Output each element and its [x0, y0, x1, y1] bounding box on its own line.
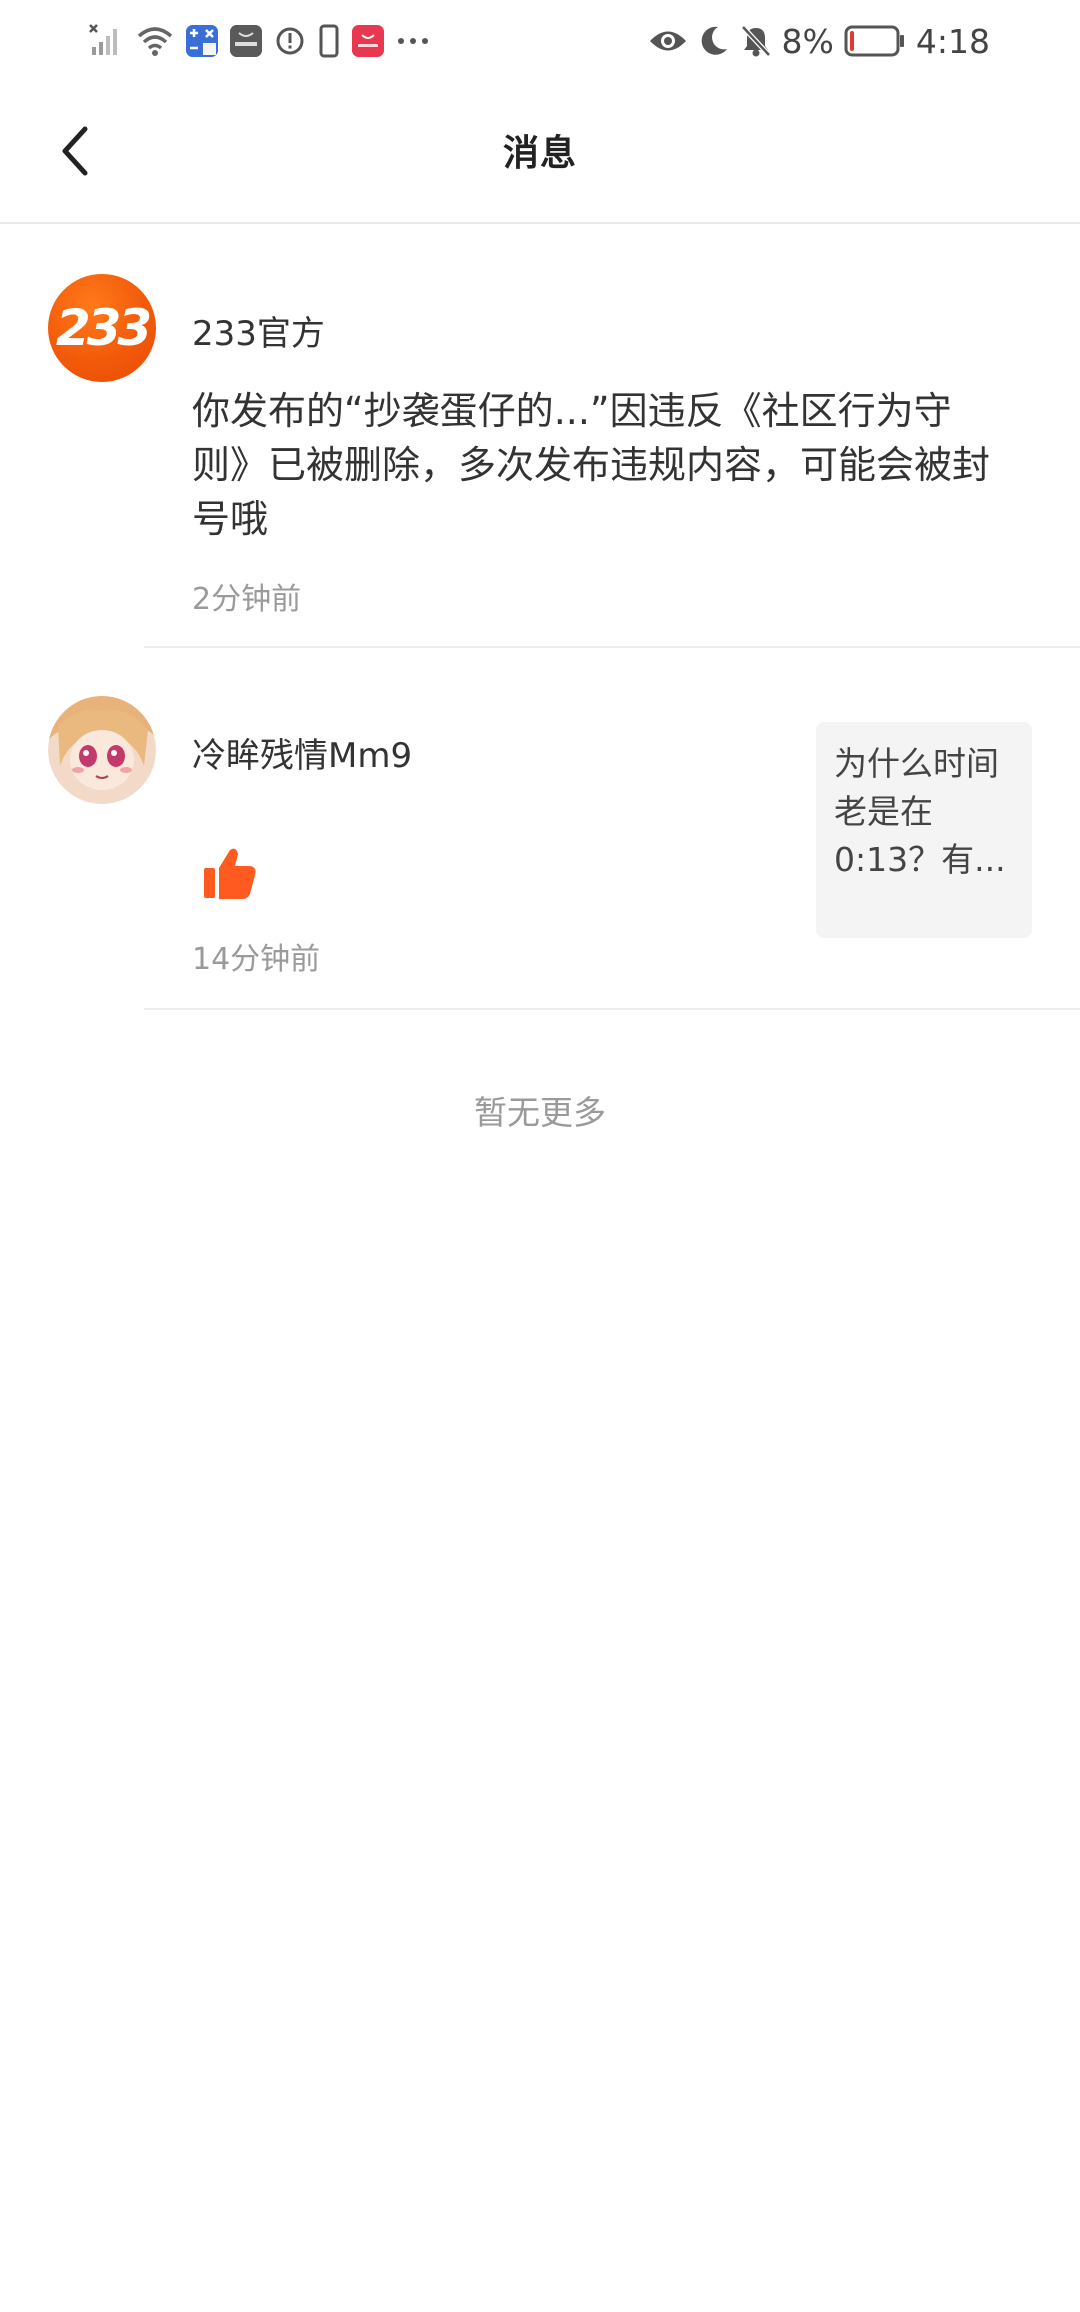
- sender-name[interactable]: 233官方: [192, 306, 325, 355]
- anime-girl-avatar: [48, 696, 156, 804]
- divider: [144, 1008, 1080, 1010]
- alert-icon: [274, 25, 306, 57]
- bell-off-icon: [740, 24, 772, 58]
- message-body: 你发布的“抄袭蛋仔的...”因违反《社区行为守则》已被删除，多次发布违规内容，可…: [192, 389, 991, 541]
- eye-icon: [648, 26, 688, 56]
- sender-name[interactable]: 冷眸残情Mm9: [192, 728, 412, 777]
- wifi-icon: [136, 24, 174, 58]
- status-bar-right: 8% 4:18: [648, 18, 990, 64]
- signal-off-icon: [88, 23, 124, 59]
- status-bar-left: [88, 20, 430, 62]
- battery-percent: 8%: [781, 21, 834, 61]
- status-bar: 8% 4:18: [0, 0, 1080, 80]
- message-time: 14分钟前: [192, 942, 321, 977]
- quoted-comment-preview[interactable]: 为什么时间老是在0:13？有...: [816, 722, 1032, 938]
- huawei-app-icon: [230, 25, 262, 57]
- thumbs-up-icon: [200, 844, 260, 904]
- phone-icon: [318, 24, 340, 58]
- avatar[interactable]: [48, 696, 156, 804]
- message-item[interactable]: 冷眸残情Mm9 14分钟前 为什么时间老是在0:13？有...: [0, 650, 1080, 1010]
- moon-icon: [698, 24, 730, 58]
- page-title: 消息: [502, 133, 577, 174]
- message-item[interactable]: 233 233官方 你发布的“抄袭蛋仔的...”因违反《社区行为守则》已被删除，…: [0, 224, 1080, 648]
- divider: [144, 646, 1080, 648]
- battery-low-icon: [844, 25, 906, 57]
- no-more-label: 暂无更多: [474, 1093, 606, 1132]
- calculator-app-icon: [186, 25, 218, 57]
- nav-header: 消息: [0, 80, 1080, 224]
- clock: 4:18: [915, 21, 990, 61]
- message-time: 2分钟前: [192, 582, 302, 617]
- avatar-logo-text: 233: [55, 299, 152, 357]
- more-dots-icon: [396, 33, 430, 49]
- huawei-store-icon: [352, 25, 384, 57]
- avatar[interactable]: 233: [48, 274, 156, 382]
